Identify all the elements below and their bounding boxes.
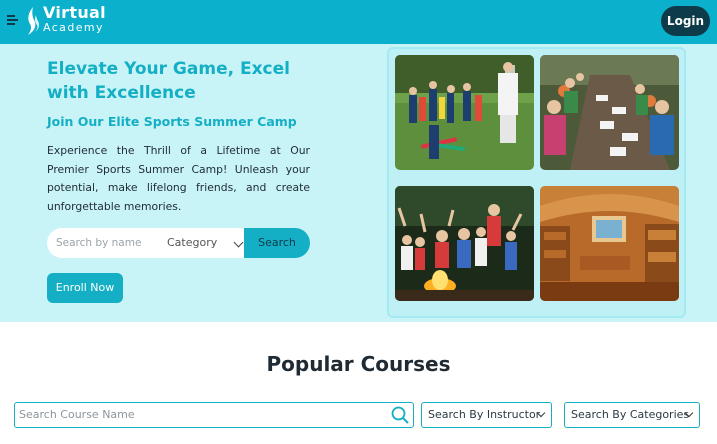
hero-section: Elevate Your Game, Excel with Excellence… [0,44,717,322]
course-search-field [14,402,414,428]
photo-campfire [395,186,534,301]
instructor-filter-value: Search By Instructor [428,408,541,421]
camp-photo-gallery [387,47,686,318]
category-filter-dropdown[interactable]: Search By Categories [564,402,700,428]
login-button[interactable]: Login [661,6,710,36]
hero-search-bar: Category Search [47,228,310,258]
enroll-now-button[interactable]: Enroll Now [47,273,123,303]
top-navbar: Virtual Academy Login [0,0,717,44]
photo-kids-on-field [395,55,534,170]
logo-line1: Virtual [43,3,106,22]
logo[interactable]: Virtual Academy [43,3,106,34]
hero-description: Experience the Thrill of a Lifetime at O… [47,144,310,213]
logo-line2: Academy [43,21,104,34]
search-icon[interactable] [391,406,409,424]
chevron-down-icon [233,237,244,248]
menu-icon[interactable] [7,15,18,26]
category-filter-value: Search By Categories [571,408,690,421]
logo-flame-icon [28,7,39,35]
hero-subtitle: Join Our Elite Sports Summer Camp [47,114,297,129]
course-name-search-input[interactable] [15,403,375,426]
category-select[interactable]: Category [159,228,245,258]
category-select-value: Category [167,236,218,249]
search-button[interactable]: Search [244,228,310,258]
popular-courses-heading: Popular Courses [266,352,451,376]
photo-kids-at-table [540,55,679,170]
instructor-filter-dropdown[interactable]: Search By Instructor [421,402,552,428]
name-search-input[interactable] [47,228,155,258]
hero-title: Elevate Your Game, Excel with Excellence [47,59,290,103]
photo-cabin-interior [540,186,679,301]
